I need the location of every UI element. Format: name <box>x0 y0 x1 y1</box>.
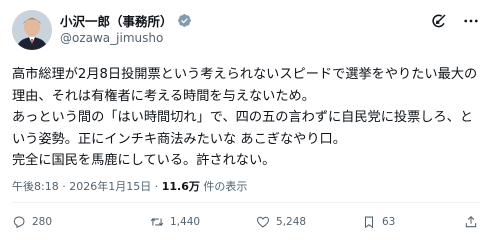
avatar-photo <box>12 10 52 50</box>
like-button[interactable]: 5,248 <box>256 215 306 229</box>
post-meta: 午後8:18 · 2026年1月15日 · 11.6万 件の表示 <box>12 178 247 194</box>
views-count: 11.6万 <box>161 180 200 193</box>
bookmark-count: 63 <box>382 216 396 228</box>
post-date[interactable]: 2026年1月15日 <box>69 180 151 193</box>
action-bar: 280 1,440 5,248 63 <box>12 215 480 235</box>
reply-button[interactable]: 280 <box>12 215 52 229</box>
avatar[interactable] <box>12 10 52 50</box>
views-label: 件の表示 <box>203 180 248 193</box>
reply-count: 280 <box>32 216 53 228</box>
repost-icon <box>150 217 164 227</box>
divider <box>12 202 480 203</box>
bookmark-button[interactable]: 63 <box>362 215 395 229</box>
repost-count: 1,440 <box>170 216 201 228</box>
meta-separator: · <box>154 180 159 193</box>
post-text: 高市総理が2月8日投開票という考えられないスピードで選挙をやりたい最大の理由、そ… <box>12 67 478 168</box>
verified-badge-icon <box>177 13 191 27</box>
author-name[interactable]: 小沢一郎（事務所） <box>60 11 173 30</box>
share-button[interactable] <box>464 215 484 229</box>
bookmark-icon <box>364 216 374 229</box>
repost-button[interactable]: 1,440 <box>150 215 200 229</box>
share-icon <box>465 216 477 228</box>
grok-icon[interactable] <box>430 12 448 30</box>
more-icon[interactable] <box>462 12 480 30</box>
like-icon <box>256 216 270 228</box>
meta-separator: · <box>62 180 66 193</box>
reply-icon <box>13 216 25 229</box>
post-time[interactable]: 午後8:18 <box>12 180 59 193</box>
like-count: 5,248 <box>276 216 307 228</box>
author-handle[interactable]: @ozawa_jimusho <box>60 31 163 45</box>
